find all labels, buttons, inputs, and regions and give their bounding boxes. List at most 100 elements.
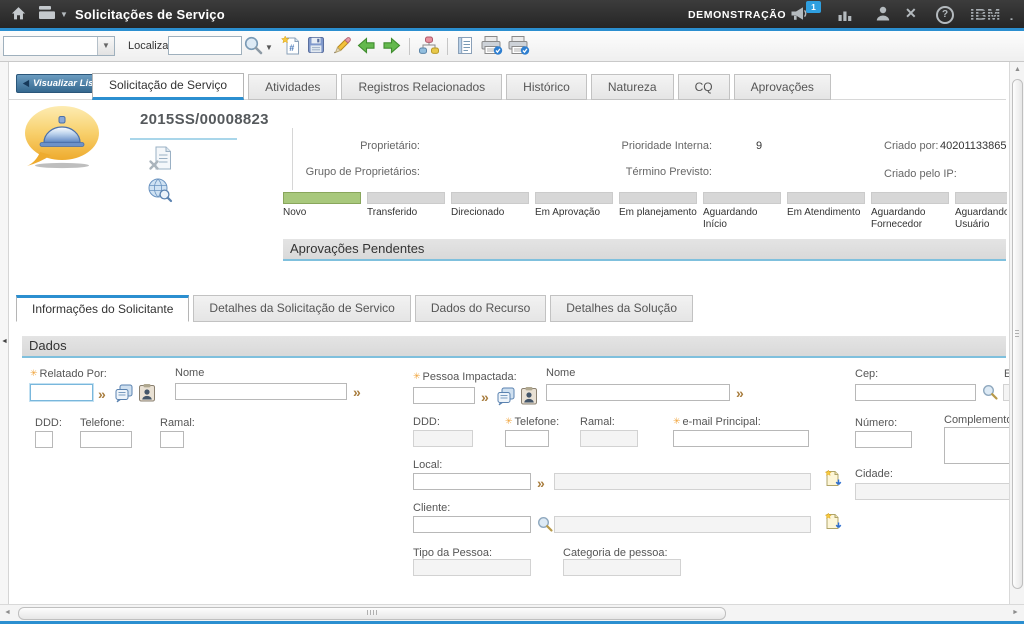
reported-by-input[interactable] [30,384,93,401]
email-input[interactable] [673,430,809,447]
required-icon: ✳ [30,368,38,378]
detail-menu-icon[interactable]: » [98,387,106,401]
save-button[interactable] [306,35,328,57]
number-input[interactable] [855,431,912,448]
data-section-header: Dados [22,336,1006,358]
tab-registros-relacionados[interactable]: Registros Relacionados [341,74,502,100]
home-icon[interactable] [10,5,27,27]
view-work-details-icon[interactable] [823,512,842,536]
customer-input[interactable] [413,516,531,533]
complement-label: Complemento: [944,414,1016,426]
extension2-label: Ramal: [580,416,615,428]
extension-input[interactable] [160,431,184,448]
record-toolbar: ▼ Localizar: ▼ # [0,31,1024,62]
go-to-people-icon[interactable] [519,386,539,411]
reports-chart-icon[interactable] [838,8,853,26]
affected-name-input[interactable] [546,384,730,401]
vertical-scrollbar[interactable]: ▲ [1009,62,1024,604]
phone2-label: ✳Telefone: [505,416,559,428]
print-button[interactable] [480,35,502,57]
run-reports-button[interactable] [455,35,477,57]
phone2-input[interactable] [505,430,549,447]
location-input[interactable] [413,473,531,490]
subtab-informacoes-do-solicitante[interactable]: Informações do Solicitante [16,295,189,322]
long-description-icon[interactable] [496,386,516,411]
affected-person-input[interactable] [413,387,475,404]
city-label: Cidade: [855,468,893,480]
tab-historico[interactable]: Histórico [506,74,587,100]
ddd2-label: DDD: [413,416,440,428]
affected-person-label: ✳Pessoa Impactada: [413,371,517,383]
search-caret-icon[interactable]: ▼ [265,43,273,52]
profile-icon[interactable] [876,6,890,26]
status-step: Transferido [367,192,445,242]
subtab-dados-do-recurso[interactable]: Dados do Recurso [415,295,546,322]
panel-collapse-icon[interactable]: ◄ [1,338,8,345]
vertical-scroll-thumb[interactable] [1012,79,1023,589]
scroll-left-icon[interactable]: ◄ [4,609,11,616]
saved-query-caret-icon[interactable]: ▼ [97,37,114,55]
detail-menu-icon[interactable]: » [481,390,489,404]
new-record-button[interactable]: # [281,35,303,57]
tab-aprovacoes[interactable]: Aprovações [734,74,831,100]
svg-text:#: # [289,43,294,53]
search-icon[interactable] [243,35,265,57]
cep-input[interactable] [855,384,976,401]
close-icon[interactable]: ✕ [905,5,917,22]
help-icon[interactable]: ? [936,6,954,24]
scroll-right-icon[interactable]: ► [1012,609,1019,616]
clear-changes-button[interactable] [331,35,353,57]
goto-menu-icon[interactable] [38,5,57,25]
select-value-icon[interactable] [536,515,554,538]
status-flow: Novo Transferido Direcionado Em Aprovaçã… [283,192,1007,242]
ddd-label: DDD: [35,417,62,429]
required-icon: ✳ [673,416,681,426]
print-with-attachments-button[interactable] [507,35,529,57]
detail-menu-icon[interactable]: » [537,476,545,490]
goto-caret-icon[interactable]: ▼ [60,10,68,19]
next-record-button[interactable] [381,35,403,57]
select-value-icon[interactable] [981,383,999,406]
created-by-value: 40201133865 [940,140,1006,152]
extension2-input [580,430,638,447]
saved-query-combo[interactable]: ▼ [3,36,115,56]
svg-text:IBM: IBM [970,7,1001,23]
tab-solicitacao-de-servico[interactable]: Solicitação de Serviço [92,73,244,100]
customer-description [554,516,811,533]
tab-atividades[interactable]: Atividades [248,74,337,100]
customer-label: Cliente: [413,502,450,514]
find-input[interactable] [168,36,242,55]
horizontal-scrollbar[interactable]: ◄ ► [0,604,1024,621]
person-category-input [563,559,681,576]
top-bar: ▼ Solicitações de Serviço DEMONSTRAÇÃO 1… [0,0,1024,31]
status-step: Em Atendimento [787,192,865,242]
ddd-input[interactable] [35,431,53,448]
target-finish-label: Término Previsto: [590,166,712,178]
previous-record-button[interactable] [356,35,378,57]
person-type-input [413,559,531,576]
route-workflow-button[interactable] [418,35,440,57]
tab-natureza[interactable]: Natureza [591,74,674,100]
status-step: Aguardando Início [703,192,781,242]
global-search-icon[interactable] [146,176,173,208]
horizontal-scroll-thumb[interactable] [18,607,726,620]
status-step: Aguardando Usuário [955,192,1007,242]
go-to-people-icon[interactable] [137,383,157,408]
view-work-details-icon[interactable] [823,469,842,493]
long-description-icon[interactable] [114,383,134,408]
stop-record-icon[interactable] [148,145,174,177]
reported-by-label: ✳Relatado Por: [30,368,107,380]
status-step: Aguardando Fornecedor [871,192,949,242]
affected-name-label: Nome [546,367,575,379]
detail-menu-icon[interactable]: » [353,385,361,399]
subtab-detalhes-da-solicitacao[interactable]: Detalhes da Solicitação de Servico [193,295,410,322]
phone-label: Telefone: [80,417,125,429]
scroll-up-icon[interactable]: ▲ [1014,66,1021,73]
reported-by-name-input[interactable] [175,383,347,400]
tab-cq[interactable]: CQ [678,74,730,100]
ddd2-input [413,430,473,447]
subtab-detalhes-da-solucao[interactable]: Detalhes da Solução [550,295,693,322]
detail-menu-icon[interactable]: » [736,386,744,400]
arrow-left-icon [21,79,30,88]
phone-input[interactable] [80,431,132,448]
